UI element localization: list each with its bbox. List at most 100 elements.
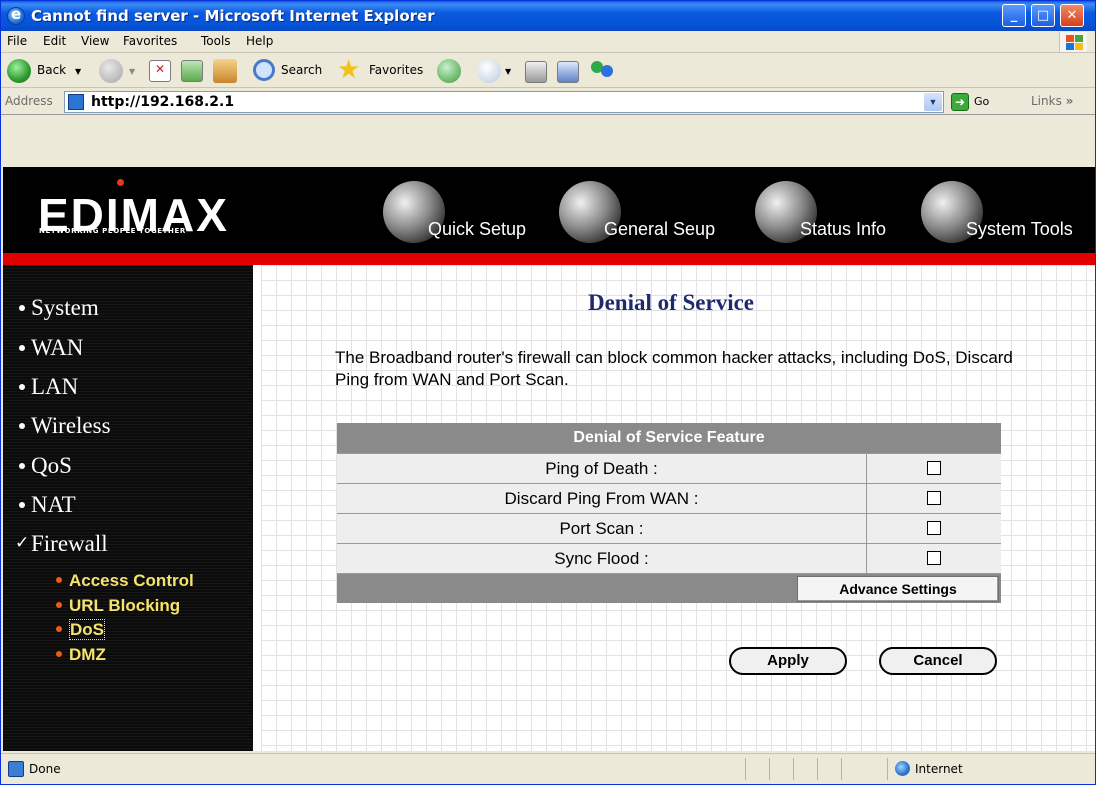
search-button[interactable]: Search xyxy=(253,59,333,83)
bullet-icon xyxy=(19,423,25,429)
mail-button[interactable]: ▼ xyxy=(477,59,521,83)
sidebar-item-label: NAT xyxy=(31,492,76,517)
address-input[interactable]: http://192.168.2.1 ▼ xyxy=(64,91,944,113)
sidebar-item-wan[interactable]: WAN xyxy=(19,335,84,361)
forward-dropdown-icon: ▼ xyxy=(129,67,136,76)
sidebar-item-qos[interactable]: QoS xyxy=(19,453,72,479)
favorites-label: Favorites xyxy=(369,63,424,77)
table-footer: Advance Settings xyxy=(337,573,1001,603)
menu-bar: File Edit View Favorites Tools Help xyxy=(1,31,1095,53)
bullet-icon xyxy=(19,463,25,469)
home-button[interactable] xyxy=(213,59,241,83)
sidebar-item-system[interactable]: System xyxy=(19,295,99,321)
status-separator xyxy=(817,758,818,780)
internet-explorer-icon xyxy=(7,5,25,25)
table-row: Discard Ping From WAN : xyxy=(337,483,1001,513)
forward-arrow-icon xyxy=(99,59,123,83)
logo-dot-icon xyxy=(117,179,124,186)
refresh-button[interactable] xyxy=(181,59,205,83)
refresh-icon xyxy=(181,60,203,82)
bullet-icon xyxy=(56,602,62,608)
sidebar-sub-dmz[interactable]: DMZ xyxy=(56,645,106,665)
status-separator xyxy=(745,758,746,780)
sidebar-sub-label: URL Blocking xyxy=(69,596,181,615)
apply-button[interactable]: Apply xyxy=(729,647,847,675)
menu-favorites[interactable]: Favorites xyxy=(123,34,177,48)
bullet-icon xyxy=(56,577,62,583)
favorites-button[interactable]: ★ Favorites xyxy=(337,55,433,85)
go-button[interactable]: Go xyxy=(974,95,989,108)
status-text: Done xyxy=(29,762,61,776)
history-icon xyxy=(437,59,461,83)
menu-view[interactable]: View xyxy=(81,34,109,48)
main-content: Denial of Service The Broadband router's… xyxy=(261,265,1095,751)
sidebar-sub-access-control[interactable]: Access Control xyxy=(56,571,194,591)
page-icon xyxy=(68,94,84,110)
table-row: Port Scan : xyxy=(337,513,1001,543)
internet-zone-icon xyxy=(895,761,910,776)
banner-divider xyxy=(3,253,1095,265)
table-row: Sync Flood : xyxy=(337,543,1001,573)
logo-tagline: NETWORKING PEOPLE TOGETHER xyxy=(39,227,186,235)
status-separator xyxy=(887,758,888,780)
address-dropdown-icon[interactable]: ▼ xyxy=(924,93,942,111)
sidebar-sub-label: DMZ xyxy=(69,645,106,664)
status-separator xyxy=(769,758,770,780)
mail-icon xyxy=(477,59,501,83)
address-url[interactable]: http://192.168.2.1 xyxy=(91,94,234,110)
close-icon: ✕ xyxy=(1066,8,1078,23)
forward-button[interactable]: ▼ xyxy=(99,59,141,83)
standard-toolbar: Back ▼ ▼ ✕ Search ★ Favorites ▼ xyxy=(1,54,1095,88)
address-label: Address xyxy=(5,94,53,108)
sidebar-item-firewall[interactable]: ✓ Firewall xyxy=(15,531,108,557)
router-banner: EDIMAX NETWORKING PEOPLE TOGETHER Quick … xyxy=(3,167,1095,253)
feature-label-port-scan: Port Scan : xyxy=(337,514,867,543)
history-button[interactable] xyxy=(437,59,463,83)
sidebar-item-wireless[interactable]: Wireless xyxy=(19,413,111,439)
feature-label-ping-of-death: Ping of Death : xyxy=(337,454,867,483)
links-button[interactable]: Links » xyxy=(1031,94,1073,108)
feature-label-sync-flood: Sync Flood : xyxy=(337,544,867,573)
maximize-icon: □ xyxy=(1036,8,1050,23)
sidebar-item-lan[interactable]: LAN xyxy=(19,374,78,400)
sidebar-sub-url-blocking[interactable]: URL Blocking xyxy=(56,596,181,616)
edit-page-icon xyxy=(557,61,579,83)
back-dropdown-icon[interactable]: ▼ xyxy=(75,67,81,76)
menu-tools[interactable]: Tools xyxy=(201,34,231,48)
go-arrow-icon[interactable]: ➜ xyxy=(951,93,969,111)
sidebar-sub-dos[interactable]: DoS xyxy=(56,619,105,640)
sidebar: System WAN LAN Wireless QoS NAT ✓ Firewal… xyxy=(3,265,257,751)
stop-x-glyph: ✕ xyxy=(155,62,166,76)
title-bar[interactable]: Cannot find server - Microsoft Internet … xyxy=(1,1,1095,31)
status-separator xyxy=(841,758,842,780)
maximize-button[interactable]: □ xyxy=(1031,4,1055,27)
search-icon xyxy=(253,59,275,81)
sidebar-item-nat[interactable]: NAT xyxy=(19,492,76,518)
address-bar: Address http://192.168.2.1 ▼ ➜ Go Links … xyxy=(1,89,1095,115)
sidebar-item-label: WAN xyxy=(31,335,84,360)
checkbox-sync-flood[interactable] xyxy=(927,551,941,565)
table-header: Denial of Service Feature xyxy=(337,423,1001,453)
cancel-button[interactable]: Cancel xyxy=(879,647,997,675)
menu-help[interactable]: Help xyxy=(246,34,273,48)
back-button[interactable]: Back ▼ xyxy=(7,59,91,83)
stop-button[interactable]: ✕ xyxy=(149,59,173,83)
menu-file[interactable]: File xyxy=(7,34,27,48)
bullet-icon xyxy=(56,651,62,657)
menu-edit[interactable]: Edit xyxy=(43,34,66,48)
favorites-star-icon: ★ xyxy=(337,55,361,85)
print-button[interactable] xyxy=(525,59,551,83)
advance-settings-button[interactable]: Advance Settings xyxy=(797,576,999,602)
messenger-button[interactable] xyxy=(591,59,619,83)
nav-general-setup-label: General Seup xyxy=(604,219,716,239)
edit-button[interactable] xyxy=(557,59,583,83)
minimize-button[interactable]: _ xyxy=(1002,4,1026,27)
checkbox-port-scan[interactable] xyxy=(927,521,941,535)
sidebar-sub-label: DoS xyxy=(69,619,105,640)
status-separator xyxy=(793,758,794,780)
checkbox-ping-of-death[interactable] xyxy=(927,461,941,475)
checkbox-discard-ping[interactable] xyxy=(927,491,941,505)
close-button[interactable]: ✕ xyxy=(1060,4,1084,27)
print-icon xyxy=(525,61,547,83)
mail-dropdown-icon[interactable]: ▼ xyxy=(505,67,511,76)
